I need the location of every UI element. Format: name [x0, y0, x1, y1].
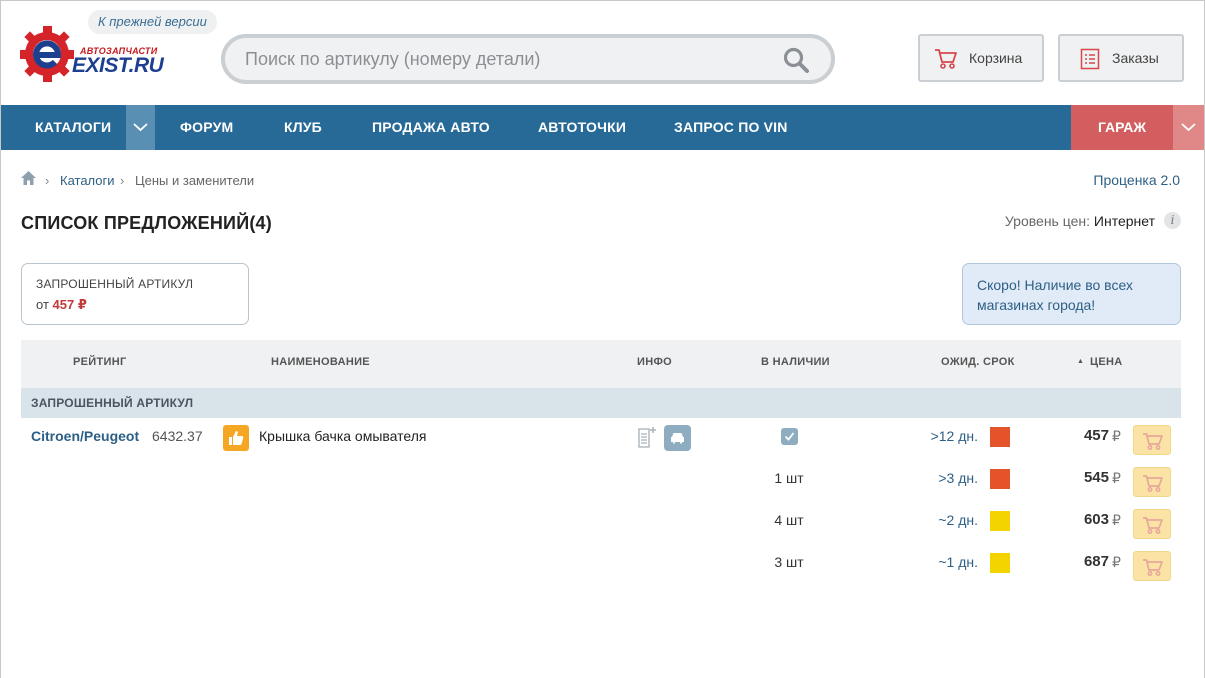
breadcrumb-separator: ›: [120, 173, 125, 188]
offers-table-header: РЕЙТИНГ НАИМЕНОВАНИЕ ИНФО В НАЛИЧИИ ОЖИД…: [21, 340, 1181, 388]
page-frame: [0, 0, 1205, 678]
offer-price: 545: [1083, 469, 1109, 486]
currency-symbol: ₽: [1112, 470, 1121, 486]
rating-thumbs-up-icon[interactable]: [223, 425, 249, 451]
stock-quantity: 4 шт: [774, 512, 804, 528]
currency-symbol: ₽: [1112, 554, 1121, 570]
car-icon: [671, 433, 684, 444]
delivery-status-indicator: [990, 469, 1010, 489]
col-info: ИНФО: [637, 356, 672, 368]
product-article: 6432.37: [152, 428, 203, 444]
requested-article-price: от 457 ₽: [36, 297, 87, 313]
info-icon[interactable]: i: [1164, 212, 1181, 229]
prozenka-link[interactable]: Проценка 2.0: [1093, 172, 1180, 188]
price-level-label: Уровень цен:: [1004, 213, 1091, 229]
nav-item-forum[interactable]: ФОРУМ: [180, 105, 233, 150]
requested-min-price: 457 ₽: [52, 297, 87, 312]
catalogs-dropdown-toggle[interactable]: [126, 105, 155, 150]
delivery-term: ~1 дн.: [938, 554, 978, 570]
col-rating[interactable]: РЕЙТИНГ: [73, 356, 127, 368]
cart-icon: [935, 49, 957, 69]
in-stock-check-icon: [781, 428, 798, 445]
currency-symbol: ₽: [1112, 428, 1121, 444]
cart-label: Корзина: [969, 50, 1023, 66]
exist-logo[interactable]: АВТОЗАПЧАСТИ EXIST.RU: [20, 24, 170, 84]
stock-quantity: 1 шт: [774, 470, 804, 486]
sort-arrow-icon[interactable]: ▲: [1077, 358, 1084, 365]
group-title: ЗАПРОШЕННЫЙ АРТИКУЛ: [31, 396, 194, 410]
document-add-icon[interactable]: [637, 426, 657, 448]
col-stock[interactable]: В НАЛИЧИИ: [761, 356, 830, 368]
add-to-cart-button[interactable]: [1133, 551, 1171, 581]
offer-price: 603: [1083, 511, 1109, 528]
col-name[interactable]: НАИМЕНОВАНИЕ: [271, 356, 370, 368]
car-compatibility-icon[interactable]: [664, 425, 691, 451]
cart-icon: [1143, 475, 1163, 492]
garage-button[interactable]: ГАРАЖ: [1071, 105, 1173, 150]
delivery-status-indicator: [990, 427, 1010, 447]
nav-item-autopoints[interactable]: АВТОТОЧКИ: [538, 105, 626, 150]
price-level: Уровень цен: Интернет: [1005, 213, 1155, 229]
requested-from-label: от: [36, 297, 49, 312]
orders-list-icon: [1080, 48, 1100, 70]
col-term[interactable]: ОЖИД. СРОК: [941, 356, 1015, 368]
cart-icon: [1143, 517, 1163, 534]
nav-item-club[interactable]: КЛУБ: [284, 105, 322, 150]
price-level-value[interactable]: Интернет: [1094, 213, 1155, 229]
thumbs-up-icon: [229, 431, 244, 445]
garage-dropdown-toggle[interactable]: [1173, 105, 1204, 150]
requested-article-title: ЗАПРОШЕННЫЙ АРТИКУЛ: [36, 277, 194, 291]
nav-item-car-sale[interactable]: ПРОДАЖА АВТО: [372, 105, 490, 150]
delivery-term: >12 дн.: [930, 428, 978, 444]
promo-banner: Скоро! Наличие во всех магазинах города!: [962, 263, 1181, 325]
breadcrumb-catalogs[interactable]: Каталоги: [60, 173, 115, 188]
delivery-term: ~2 дн.: [938, 512, 978, 528]
col-price[interactable]: ЦЕНА: [1090, 356, 1122, 368]
breadcrumb-current: Цены и заменители: [135, 173, 255, 188]
product-brand[interactable]: Citroen/Peugeot: [31, 428, 139, 444]
stock-quantity: 3 шт: [774, 554, 804, 570]
search-input[interactable]: [245, 38, 785, 80]
group-row-requested: ЗАПРОШЕННЫЙ АРТИКУЛ: [21, 388, 1181, 418]
search-box: [221, 34, 835, 84]
add-to-cart-button[interactable]: [1133, 509, 1171, 539]
chevron-down-icon: [133, 123, 148, 132]
page-title: СПИСОК ПРЕДЛОЖЕНИЙ(4): [21, 213, 272, 233]
requested-article-card[interactable]: ЗАПРОШЕННЫЙ АРТИКУЛ от 457 ₽: [21, 263, 249, 325]
delivery-status-indicator: [990, 511, 1010, 531]
delivery-term: >3 дн.: [938, 470, 978, 486]
cart-button[interactable]: Корзина: [918, 34, 1044, 82]
offer-price: 687: [1083, 553, 1109, 570]
product-name[interactable]: Крышка бачка омывателя: [259, 428, 426, 444]
cart-icon: [1143, 559, 1163, 576]
delivery-status-indicator: [990, 553, 1010, 573]
currency-symbol: ₽: [1112, 512, 1121, 528]
cart-icon: [1143, 433, 1163, 450]
search-icon[interactable]: [783, 47, 809, 73]
gear-logo-icon: [20, 26, 74, 82]
offer-price: 457: [1083, 427, 1109, 444]
nav-item-catalogs[interactable]: КАТАЛОГИ: [35, 105, 111, 150]
orders-button[interactable]: Заказы: [1058, 34, 1184, 82]
breadcrumb-separator: ›: [45, 173, 50, 188]
add-to-cart-button[interactable]: [1133, 467, 1171, 497]
add-to-cart-button[interactable]: [1133, 425, 1171, 455]
home-icon[interactable]: [20, 170, 37, 186]
check-icon: [784, 432, 795, 441]
main-nav: КАТАЛОГИ ФОРУМ КЛУБ ПРОДАЖА АВТО АВТОТОЧ…: [1, 105, 1204, 150]
chevron-down-icon: [1181, 123, 1196, 132]
logo-wordmark: EXIST.RU: [72, 54, 164, 77]
nav-item-vin-request[interactable]: ЗАПРОС ПО VIN: [674, 105, 788, 150]
orders-label: Заказы: [1112, 50, 1159, 66]
